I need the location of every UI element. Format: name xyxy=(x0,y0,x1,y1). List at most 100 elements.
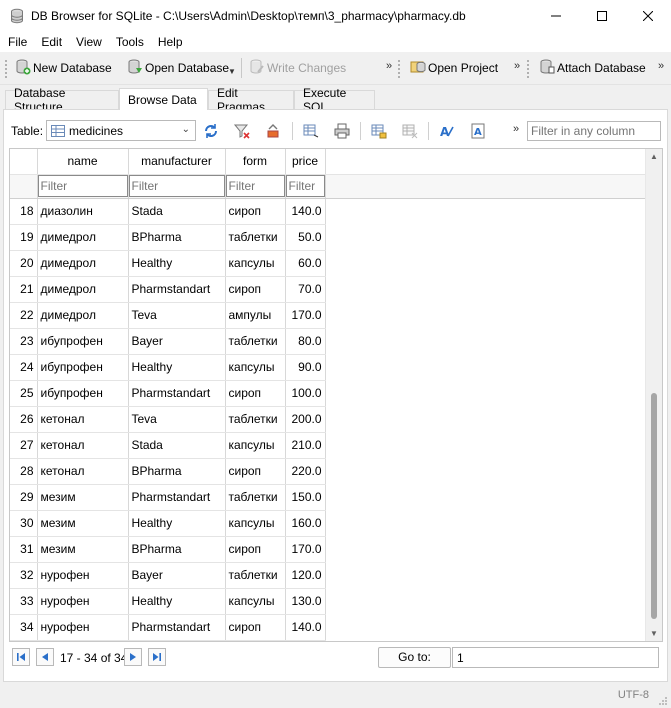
cell-manufacturer[interactable]: Teva xyxy=(128,302,226,329)
tab-browse-data[interactable]: Browse Data xyxy=(119,88,208,110)
print-icon[interactable] xyxy=(332,121,352,141)
vertical-scrollbar[interactable]: ▲ ▼ xyxy=(645,149,662,641)
table-select[interactable]: medicines ⌄ xyxy=(46,120,196,141)
cell-name[interactable]: ибупрофен xyxy=(37,328,129,355)
table-row[interactable]: 26 кетонал Teva таблетки 200.0 xyxy=(10,406,645,433)
cell-name[interactable]: нурофен xyxy=(37,562,129,589)
scrollbar-thumb[interactable] xyxy=(651,393,657,619)
cell-manufacturer[interactable]: Bayer xyxy=(128,562,226,589)
table-row[interactable]: 33 нурофен Healthy капсулы 130.0 xyxy=(10,588,645,615)
menu-view[interactable]: View xyxy=(68,35,108,49)
table-row[interactable]: 32 нурофен Bayer таблетки 120.0 xyxy=(10,562,645,589)
cell-name[interactable]: мезим xyxy=(37,536,129,563)
cell-form[interactable]: таблетки xyxy=(225,406,286,433)
table-row[interactable]: 25 ибупрофен Pharmstandart сироп 100.0 xyxy=(10,380,645,407)
column-header-manufacturer[interactable]: manufacturer xyxy=(128,149,226,175)
row-header[interactable]: 33 xyxy=(10,588,38,615)
cell-price[interactable]: 140.0 xyxy=(285,614,326,641)
cell-name[interactable]: кетонал xyxy=(37,458,129,485)
cell-manufacturer[interactable]: BPharma xyxy=(128,536,226,563)
toolbar-grip[interactable] xyxy=(527,60,530,78)
cell-manufacturer[interactable]: Healthy xyxy=(128,588,226,615)
scroll-up-icon[interactable]: ▲ xyxy=(650,152,658,161)
cell-name[interactable]: диазолин xyxy=(37,198,129,225)
cell-price[interactable]: 130.0 xyxy=(285,588,326,615)
cell-form[interactable]: капсулы xyxy=(225,250,286,277)
cell-price[interactable]: 160.0 xyxy=(285,510,326,537)
open-database-button[interactable]: Open Database xyxy=(126,57,229,79)
cell-form[interactable]: ампулы xyxy=(225,302,286,329)
row-header[interactable]: 30 xyxy=(10,510,38,537)
toolbar-overflow-chevron-icon[interactable]: » xyxy=(386,60,392,72)
row-header[interactable]: 31 xyxy=(10,536,38,563)
next-record-button[interactable] xyxy=(124,648,142,666)
row-header[interactable]: 29 xyxy=(10,484,38,511)
corner-header[interactable] xyxy=(10,149,38,175)
cell-name[interactable]: ибупрофен xyxy=(37,380,129,407)
new-database-button[interactable]: New Database xyxy=(14,57,112,79)
toolbar-grip[interactable] xyxy=(5,60,8,78)
goto-button[interactable]: Go to: xyxy=(378,647,451,668)
cell-manufacturer[interactable]: Healthy xyxy=(128,354,226,381)
insert-record-icon[interactable] xyxy=(369,121,389,141)
row-header[interactable]: 34 xyxy=(10,614,38,641)
open-project-button[interactable]: Open Project xyxy=(409,57,498,79)
cell-price[interactable]: 120.0 xyxy=(285,562,326,589)
cell-form[interactable]: капсулы xyxy=(225,432,286,459)
menu-file[interactable]: File xyxy=(0,35,33,49)
cell-form[interactable]: сироп xyxy=(225,198,286,225)
cell-name[interactable]: димедрол xyxy=(37,224,129,251)
cell-manufacturer[interactable]: BPharma xyxy=(128,224,226,251)
toolbar-overflow-chevron-icon[interactable]: » xyxy=(514,60,520,72)
cell-price[interactable]: 100.0 xyxy=(285,380,326,407)
row-header[interactable]: 27 xyxy=(10,432,38,459)
toolbar-overflow-chevron-icon[interactable]: » xyxy=(658,60,664,72)
row-header[interactable]: 22 xyxy=(10,302,38,329)
goto-input[interactable] xyxy=(452,647,659,668)
table-row[interactable]: 24 ибупрофен Healthy капсулы 90.0 xyxy=(10,354,645,381)
cell-price[interactable]: 50.0 xyxy=(285,224,326,251)
table-row[interactable]: 30 мезим Healthy капсулы 160.0 xyxy=(10,510,645,537)
cell-name[interactable]: нурофен xyxy=(37,588,129,615)
cell-manufacturer[interactable]: Healthy xyxy=(128,510,226,537)
filter-input-name[interactable] xyxy=(37,175,127,197)
scroll-down-icon[interactable]: ▼ xyxy=(650,629,658,638)
tab-execute-sql[interactable]: Execute SQL xyxy=(294,86,375,114)
write-changes-button[interactable]: Write Changes xyxy=(248,57,346,79)
cell-form[interactable]: сироп xyxy=(225,458,286,485)
cell-price[interactable]: 220.0 xyxy=(285,458,326,485)
cell-form[interactable]: таблетки xyxy=(225,224,286,251)
table-row[interactable]: 27 кетонал Stada капсулы 210.0 xyxy=(10,432,645,459)
cell-form[interactable]: таблетки xyxy=(225,562,286,589)
cell-price[interactable]: 170.0 xyxy=(285,536,326,563)
menu-tools[interactable]: Tools xyxy=(108,35,150,49)
tab-database-structure[interactable]: Database Structure xyxy=(5,86,119,114)
row-header[interactable]: 32 xyxy=(10,562,38,589)
table-row[interactable]: 23 ибупрофен Bayer таблетки 80.0 xyxy=(10,328,645,355)
row-header[interactable]: 28 xyxy=(10,458,38,485)
table-row[interactable]: 28 кетонал BPharma сироп 220.0 xyxy=(10,458,645,485)
table-row[interactable]: 18 диазолин Stada сироп 140.0 xyxy=(10,198,645,225)
menu-help[interactable]: Help xyxy=(150,35,189,49)
table-row[interactable]: 34 нурофен Pharmstandart сироп 140.0 xyxy=(10,614,645,641)
cell-manufacturer[interactable]: Pharmstandart xyxy=(128,614,226,641)
text-format-icon[interactable]: A xyxy=(468,121,488,141)
cell-manufacturer[interactable]: Pharmstandart xyxy=(128,484,226,511)
attach-database-button[interactable]: Attach Database xyxy=(538,57,646,79)
row-header[interactable]: 20 xyxy=(10,250,38,277)
clear-filters-icon[interactable] xyxy=(232,121,252,141)
filter-input-manufacturer[interactable] xyxy=(128,175,224,197)
row-header[interactable]: 19 xyxy=(10,224,38,251)
cell-manufacturer[interactable]: Pharmstandart xyxy=(128,380,226,407)
cell-form[interactable]: таблетки xyxy=(225,328,286,355)
filter-bar-overflow-chevron-icon[interactable]: » xyxy=(513,123,519,135)
previous-record-button[interactable] xyxy=(36,648,54,666)
maximize-button[interactable] xyxy=(579,0,625,32)
filter-any-column-input[interactable] xyxy=(527,121,661,141)
cell-form[interactable]: сироп xyxy=(225,614,286,641)
tab-edit-pragmas[interactable]: Edit Pragmas xyxy=(208,86,294,114)
cell-manufacturer[interactable]: Stada xyxy=(128,432,226,459)
open-database-dropdown-icon[interactable]: ▼ xyxy=(228,67,236,76)
cell-name[interactable]: мезим xyxy=(37,510,129,537)
cell-form[interactable]: капсулы xyxy=(225,354,286,381)
